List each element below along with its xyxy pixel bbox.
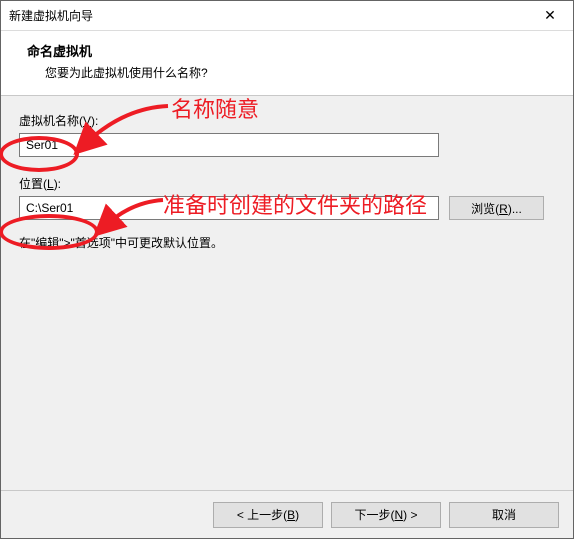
vm-name-label: 虚拟机名称(V): — [19, 112, 555, 129]
header-subtitle: 您要为此虚拟机使用什么名称? — [27, 64, 553, 81]
close-button[interactable]: ✕ — [527, 1, 573, 30]
wizard-header: 命名虚拟机 您要为此虚拟机使用什么名称? — [1, 31, 573, 96]
wizard-body: 虚拟机名称(V): 位置(L): 浏览(R)... 在"编辑">"首选项"中可更… — [1, 96, 573, 490]
back-button[interactable]: < 上一步(B) — [213, 502, 323, 528]
location-label: 位置(L): — [19, 175, 555, 192]
titlebar: 新建虚拟机向导 ✕ — [1, 1, 573, 31]
close-icon: ✕ — [544, 7, 556, 24]
default-location-hint: 在"编辑">"首选项"中可更改默认位置。 — [19, 234, 555, 251]
browse-button[interactable]: 浏览(R)... — [449, 196, 544, 220]
wizard-window: 新建虚拟机向导 ✕ 命名虚拟机 您要为此虚拟机使用什么名称? 虚拟机名称(V):… — [0, 0, 574, 539]
cancel-button[interactable]: 取消 — [449, 502, 559, 528]
header-title: 命名虚拟机 — [27, 41, 553, 60]
vm-name-input[interactable] — [19, 133, 439, 157]
location-input[interactable] — [19, 196, 439, 220]
wizard-footer: < 上一步(B) 下一步(N) > 取消 — [1, 490, 573, 538]
window-title: 新建虚拟机向导 — [1, 7, 93, 24]
next-button[interactable]: 下一步(N) > — [331, 502, 441, 528]
